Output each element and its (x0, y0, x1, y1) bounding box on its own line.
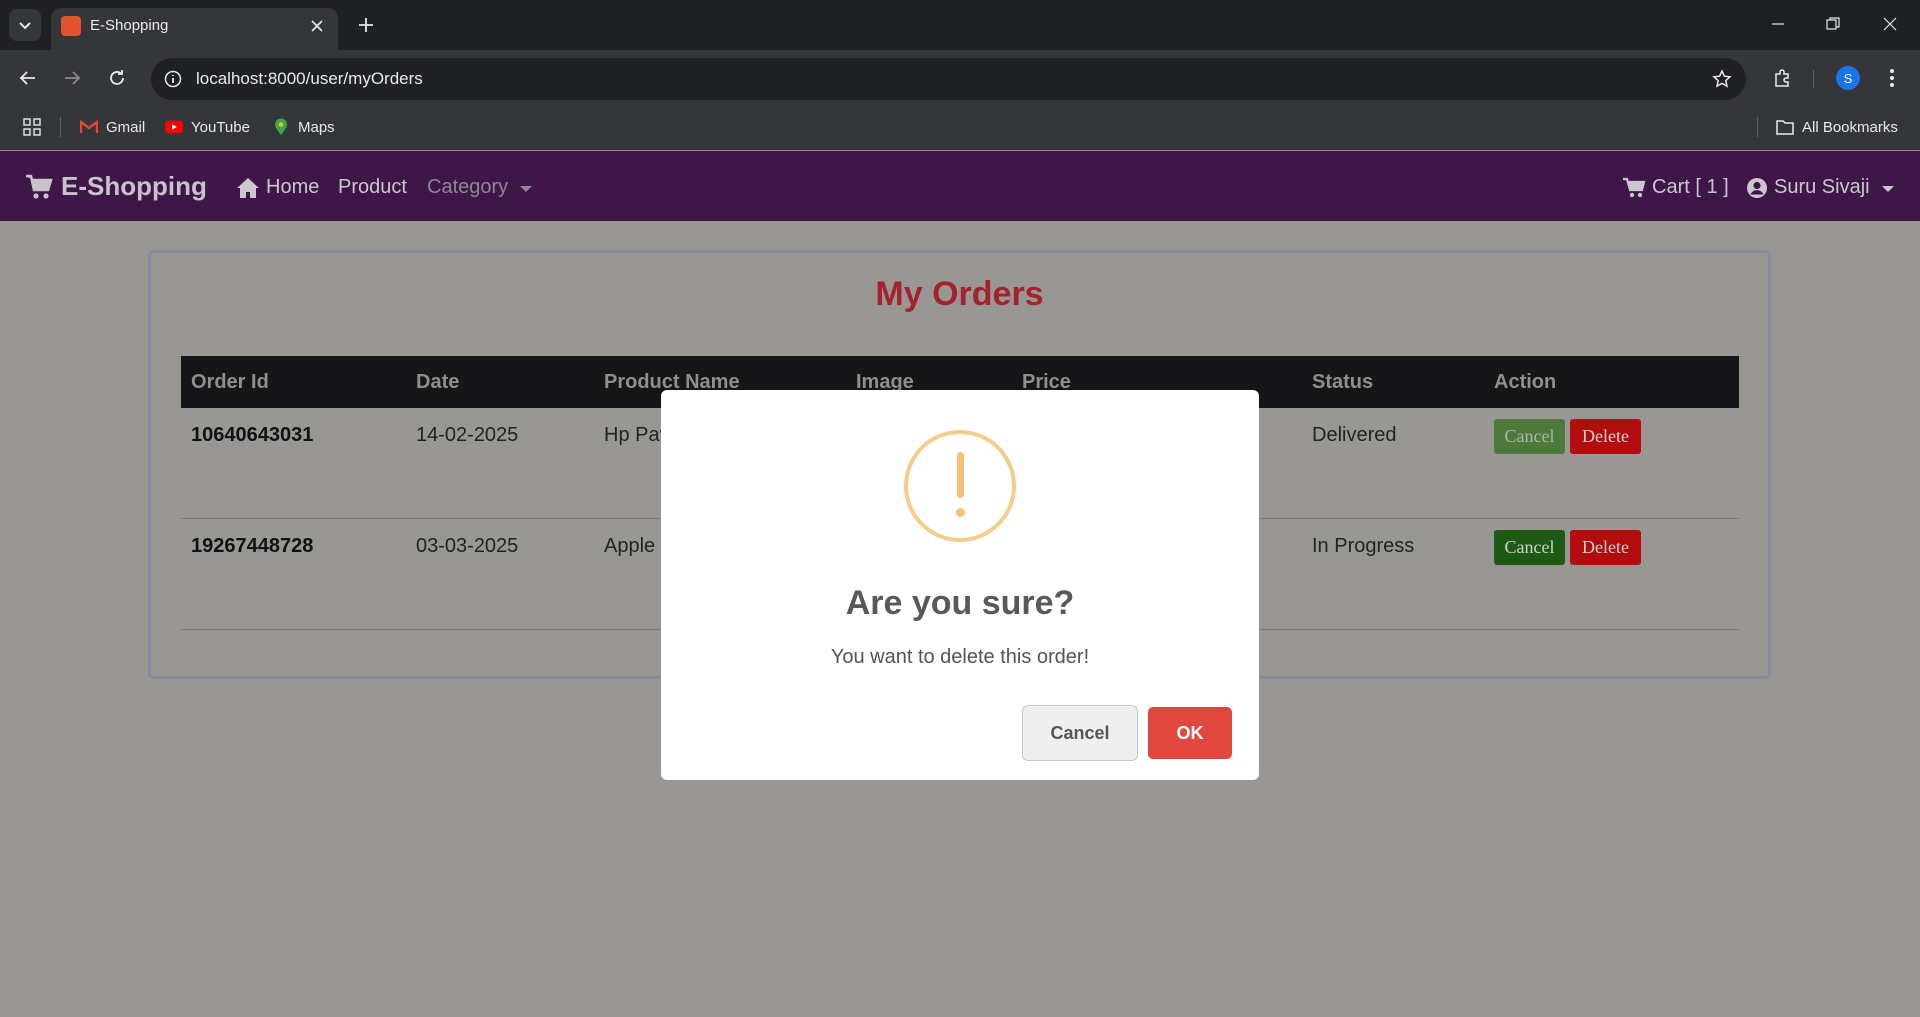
col-order-id: Order Id (191, 371, 269, 393)
user-circle-icon (1747, 177, 1767, 198)
order-id: 19267448728 (191, 535, 314, 557)
nav-cart[interactable]: Cart [ 1 ] (1622, 176, 1729, 199)
bookmark-label: Maps (298, 118, 335, 136)
address-bar[interactable]: localhost:8000/user/myOrders (151, 58, 1746, 100)
brand-link[interactable]: E-Shopping (25, 171, 207, 202)
bookmark-label: YouTube (191, 118, 250, 136)
nav-category-label: Category (427, 176, 509, 198)
nav-cart-label: Cart [ 1 ] (1652, 176, 1729, 198)
dialog-cancel-button[interactable]: Cancel (1022, 705, 1138, 761)
bookmark-gmail[interactable]: Gmail (80, 115, 145, 139)
puzzle-icon (1775, 69, 1789, 87)
more-vert-icon (1890, 69, 1894, 87)
tab-title: E-Shopping (90, 17, 169, 34)
toolbar-divider (1813, 70, 1814, 88)
confirm-delete-dialog: Are you sure? You want to delete this or… (661, 390, 1259, 780)
minimize-button[interactable] (1758, 8, 1798, 40)
site-navbar: E-Shopping Home Product Category Cart [ … (0, 151, 1920, 221)
youtube-icon (165, 118, 183, 136)
dialog-message: You want to delete this order! (830, 646, 1090, 668)
browser-tab-bar: E-Shopping (0, 0, 1920, 50)
dialog-title: Are you sure? (845, 584, 1075, 622)
col-date: Date (416, 371, 460, 393)
close-window-button[interactable] (1870, 8, 1910, 40)
tab-close-button[interactable] (306, 15, 328, 37)
bookmark-label: Gmail (106, 118, 146, 136)
arrow-left-icon (19, 71, 35, 85)
home-icon (237, 177, 259, 198)
bookmark-youtube[interactable]: YouTube (165, 115, 250, 139)
col-status: Status (1312, 371, 1374, 393)
cart-icon (26, 174, 53, 199)
delete-order-button[interactable]: Delete (1570, 419, 1641, 454)
close-icon (1883, 17, 1897, 31)
browser-menu-button[interactable] (1876, 62, 1908, 94)
reload-button[interactable] (101, 62, 133, 94)
restore-button[interactable] (1813, 8, 1853, 40)
nav-user-dropdown[interactable]: Suru Sivaji (1746, 176, 1894, 199)
plus-icon (359, 18, 373, 32)
arrow-right-icon (65, 71, 81, 85)
delete-order-button[interactable]: Delete (1570, 530, 1641, 565)
reload-icon (110, 70, 124, 85)
cancel-order-button[interactable]: Cancel (1494, 530, 1565, 565)
nav-user-label: Suru Sivaji (1774, 176, 1870, 198)
order-product: Hp Pav (604, 424, 670, 446)
nav-product[interactable]: Product (338, 176, 407, 199)
folder-icon (1776, 118, 1794, 136)
caret-down-icon (1881, 185, 1894, 192)
nav-home-label: Home (266, 176, 320, 198)
cancel-order-button[interactable]: Cancel (1494, 419, 1565, 454)
all-bookmarks-label: All Bookmarks (1802, 118, 1898, 136)
site-info-icon[interactable] (161, 67, 185, 91)
gmail-icon (80, 118, 98, 136)
dialog-ok-button[interactable]: OK (1148, 707, 1232, 759)
order-status: Delivered (1312, 424, 1397, 446)
nav-category-dropdown[interactable]: Category (427, 176, 533, 199)
browser-tab[interactable]: E-Shopping (51, 8, 338, 50)
maps-icon (272, 118, 290, 136)
bookmark-maps[interactable]: Maps (272, 115, 335, 139)
page-title: My Orders (875, 275, 1044, 313)
bookmarks-divider (1757, 117, 1758, 137)
restore-icon (1826, 17, 1840, 30)
back-button[interactable] (12, 62, 44, 94)
apps-grid-icon[interactable] (20, 115, 44, 139)
warning-icon (904, 430, 1016, 542)
shop-favicon-icon (61, 16, 81, 36)
cart-icon (1623, 177, 1646, 197)
order-date: 14-02-2025 (416, 424, 519, 446)
browser-toolbar: localhost:8000/user/myOrders S (0, 50, 1920, 107)
brand-name: E-Shopping (61, 171, 207, 201)
order-id: 10640643031 (191, 424, 314, 446)
url-text[interactable]: localhost:8000/user/myOrders (196, 69, 423, 89)
bookmark-star-icon[interactable] (1710, 67, 1734, 91)
minimize-icon (1772, 23, 1784, 25)
new-tab-button[interactable] (352, 11, 380, 39)
bookmarks-bar: Gmail YouTube Maps All Bookmarks (0, 107, 1920, 150)
close-icon (311, 20, 323, 32)
extensions-button[interactable] (1766, 62, 1798, 94)
forward-button[interactable] (56, 62, 88, 94)
profile-avatar[interactable]: S (1836, 66, 1860, 90)
nav-home[interactable]: Home (236, 176, 319, 199)
caret-down-icon (520, 185, 533, 192)
bookmarks-divider (60, 117, 61, 137)
order-date: 03-03-2025 (416, 535, 519, 557)
nav-product-label: Product (338, 176, 407, 198)
tab-search-button[interactable] (9, 9, 41, 41)
order-status: In Progress (1312, 535, 1415, 557)
order-product: Apple (604, 535, 656, 557)
all-bookmarks-button[interactable]: All Bookmarks (1776, 115, 1898, 139)
col-action: Action (1494, 371, 1557, 393)
chevron-down-icon (19, 22, 31, 30)
